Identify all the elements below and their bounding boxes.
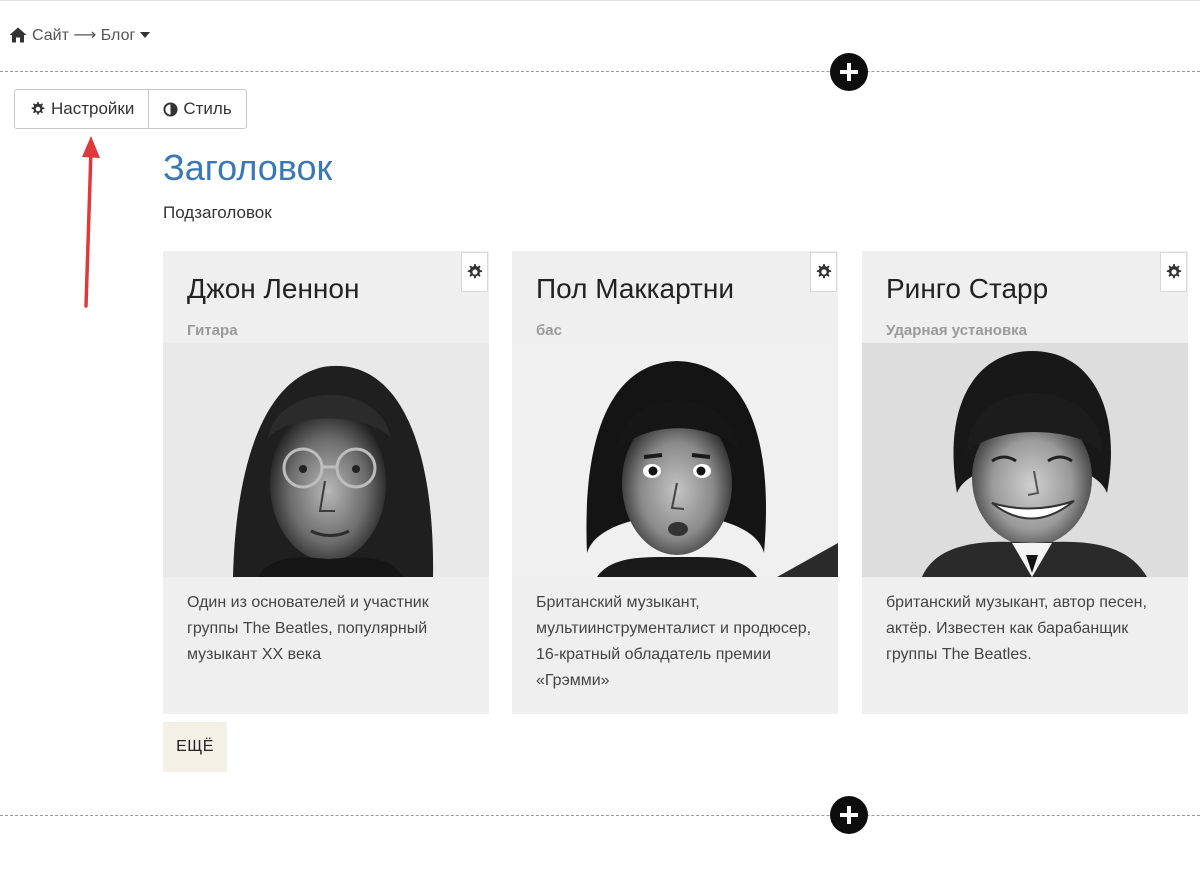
member-description[interactable]: Один из основателей и участник группы Th… [187,590,477,668]
member-role[interactable]: бас [536,322,562,339]
annotation-arrow [82,136,100,308]
member-name[interactable]: Пол Маккартни [536,273,734,305]
section-subtitle[interactable]: Подзаголовок [163,203,272,223]
member-role[interactable]: Ударная установка [886,322,1027,339]
member-name[interactable]: Ринго Старр [886,273,1048,305]
member-card: Ринго Старр Ударная установка британский… [862,251,1188,714]
section-title[interactable]: Заголовок [163,146,332,190]
member-description[interactable]: Британский музыкант, мультиинструментали… [536,590,826,694]
member-photo[interactable] [512,343,838,577]
top-border [0,0,1200,1]
gear-icon [31,101,45,115]
member-role[interactable]: Гитара [187,322,238,339]
contrast-icon [163,101,178,117]
plus-icon [840,806,858,824]
breadcrumb[interactable]: Сайт ⟶ Блог [9,24,151,46]
style-button[interactable]: Стиль [149,90,245,128]
settings-button-label: Настройки [51,99,135,118]
member-photo[interactable] [163,343,489,577]
section-divider-top [0,71,1200,72]
section-divider-bottom [0,815,1200,816]
member-description[interactable]: британский музыкант, автор песен, актёр.… [886,590,1176,668]
add-section-button-bottom[interactable] [830,796,868,834]
caret-down-icon [140,32,151,38]
breadcrumb-text: Сайт ⟶ Блог [32,27,136,44]
member-name[interactable]: Джон Леннон [187,273,359,305]
plus-icon [840,63,858,81]
settings-button[interactable]: Настройки [15,90,150,128]
card-settings-button[interactable] [1160,252,1187,292]
member-photo[interactable] [862,343,1188,577]
style-button-label: Стиль [183,99,232,118]
more-button[interactable]: ЕЩЁ [163,722,227,772]
gear-icon [467,264,482,279]
section-toolbar: Настройки Стиль [14,89,247,129]
add-section-button-top[interactable] [830,53,868,91]
gear-icon [1166,264,1181,279]
gear-icon [816,264,831,279]
card-settings-button[interactable] [810,252,837,292]
member-card: Джон Леннон Гитара Один из основателей и… [163,251,489,714]
member-card: Пол Маккартни бас Британский музыкант, м… [512,251,838,714]
card-settings-button[interactable] [461,252,488,292]
home-icon [9,27,27,43]
